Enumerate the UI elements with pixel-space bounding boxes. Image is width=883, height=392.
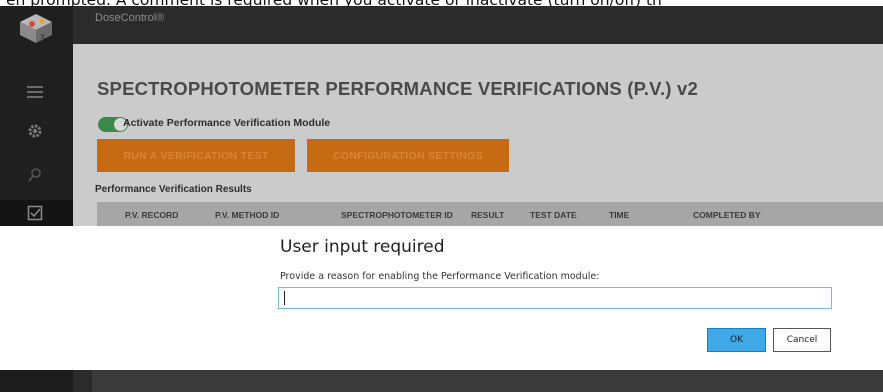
ok-button[interactable]: OK	[707, 328, 766, 352]
cancel-button[interactable]: Cancel	[773, 328, 831, 352]
configuration-settings-button[interactable]: CONFIGURATION SETTINGS	[307, 139, 509, 172]
col-time[interactable]: TIME	[609, 210, 629, 220]
svg-text:x: x	[40, 32, 46, 42]
brand-label: DoseControl®	[95, 12, 165, 24]
reason-input[interactable]	[278, 287, 832, 309]
col-spectrophotometer-id[interactable]: SPECTROPHOTOMETER ID	[341, 210, 453, 220]
logo-icon: x	[20, 14, 52, 43]
text-cursor	[284, 291, 285, 305]
col-completed-by[interactable]: COMPLETED BY	[693, 210, 761, 220]
col-pv-method-id[interactable]: P.V. METHOD ID	[215, 210, 279, 220]
checkbox-icon[interactable]	[22, 202, 48, 224]
run-verification-button[interactable]: RUN A VERIFICATION TEST	[97, 139, 295, 172]
app-window: x DoseControl® SPECTROPHOTOMETER PERFORM…	[0, 6, 883, 226]
results-heading: Performance Verification Results	[95, 184, 252, 195]
sidebar-bottom	[0, 370, 73, 392]
settings-icon[interactable]	[22, 120, 48, 142]
background-app-strip	[0, 370, 883, 392]
dialog-prompt: Provide a reason for enabling the Perfor…	[280, 271, 600, 282]
top-bar: DoseControl®	[73, 6, 883, 44]
toggle-label: Activate Performance Verification Module	[123, 117, 331, 129]
sidebar: x	[0, 6, 73, 226]
col-result[interactable]: RESULT	[471, 210, 504, 220]
col-pv-record[interactable]: P.V. RECORD	[125, 210, 178, 220]
menu-icon[interactable]	[22, 81, 48, 103]
col-test-date[interactable]: TEST DATE	[530, 210, 577, 220]
content-bottom	[92, 370, 883, 392]
results-table-header: P.V. RECORD P.V. METHOD ID SPECTROPHOTOM…	[97, 202, 883, 226]
dialog-title: User input required	[280, 237, 445, 257]
screen: en prompted. A comment is required when …	[0, 0, 883, 392]
user-input-dialog: User input required Provide a reason for…	[0, 226, 883, 370]
main-content: SPECTROPHOTOMETER PERFORMANCE VERIFICATI…	[73, 44, 883, 226]
page-title: SPECTROPHOTOMETER PERFORMANCE VERIFICATI…	[97, 78, 698, 99]
search-icon[interactable]	[22, 164, 48, 186]
